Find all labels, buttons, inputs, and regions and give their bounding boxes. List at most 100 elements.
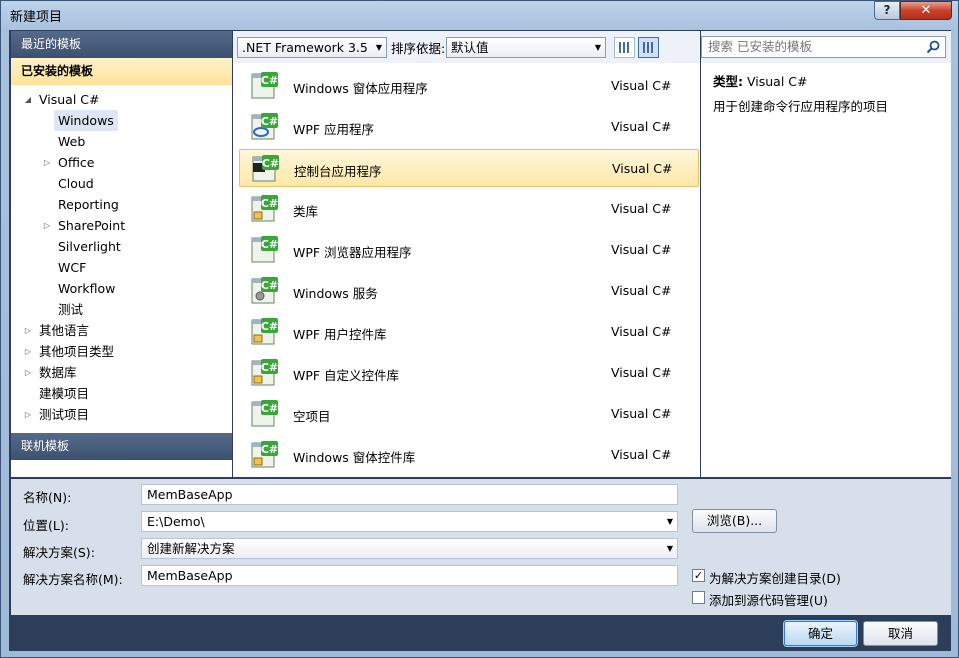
- sort-label: 排序依据:: [391, 41, 446, 56]
- template-row[interactable]: C# WPF 用户控件库 Visual C#: [239, 313, 699, 351]
- template-name: 控制台应用程序: [294, 164, 382, 179]
- tree-item[interactable]: Reporting: [58, 194, 119, 215]
- template-row[interactable]: C# 控制台应用程序 Visual C#: [239, 149, 699, 187]
- wpf-browser-app-icon: C#: [249, 235, 279, 265]
- window-title: 新建项目: [10, 10, 63, 25]
- empty-project-icon: C#: [249, 399, 279, 429]
- winforms-app-icon: C#: [249, 71, 279, 101]
- type-value: Visual C#: [746, 74, 808, 89]
- location-label: 位置(L):: [23, 518, 69, 533]
- svg-text:C#: C#: [261, 279, 278, 292]
- svg-text:C#: C#: [261, 238, 278, 251]
- expand-arrow-icon[interactable]: ▷: [42, 215, 52, 236]
- template-row[interactable]: C# 类库 Visual C#: [239, 190, 699, 228]
- expand-arrow-icon[interactable]: ▷: [23, 341, 33, 362]
- tree-item[interactable]: 建模项目: [39, 383, 89, 404]
- recent-templates-header[interactable]: 最近的模板: [11, 31, 232, 58]
- name-field[interactable]: MemBaseApp: [141, 484, 678, 505]
- list-view-button[interactable]: [638, 37, 659, 58]
- template-language: Visual C#: [611, 283, 672, 298]
- svg-text:C#: C#: [261, 115, 278, 128]
- framework-select[interactable]: .NET Framework 3.5 ▼: [237, 37, 387, 58]
- tree-item[interactable]: 其他语言: [39, 320, 89, 341]
- template-row[interactable]: C# WPF 浏览器应用程序 Visual C#: [239, 231, 699, 269]
- svg-text:C#: C#: [262, 157, 279, 170]
- svg-text:C#: C#: [261, 361, 278, 374]
- class-library-icon: C#: [249, 194, 279, 224]
- online-templates-header[interactable]: 联机模板: [11, 433, 232, 460]
- template-language: Visual C#: [611, 447, 672, 462]
- small-icons-view-button[interactable]: [614, 37, 635, 58]
- search-input[interactable]: 搜索 已安装的模板: [701, 36, 946, 58]
- tree-item[interactable]: SharePoint: [58, 215, 125, 236]
- wpf-user-control-icon: C#: [249, 317, 279, 347]
- template-name: Windows 服务: [293, 286, 378, 301]
- template-row[interactable]: C# 空项目 Visual C#: [239, 395, 699, 433]
- tree-item[interactable]: Silverlight: [58, 236, 121, 257]
- close-button[interactable]: ✕: [900, 1, 952, 20]
- solution-name-value: MemBaseApp: [147, 568, 233, 583]
- create-directory-label[interactable]: 为解决方案创建目录(D): [709, 568, 841, 587]
- wpf-app-icon: C#: [249, 112, 279, 142]
- svg-text:C#: C#: [261, 74, 278, 87]
- sort-value: 默认值: [451, 40, 489, 55]
- expand-arrow-icon[interactable]: ▷: [23, 362, 33, 383]
- svg-text:C#: C#: [261, 320, 278, 333]
- template-language: Visual C#: [612, 161, 673, 176]
- installed-templates-header[interactable]: 已安装的模板: [11, 58, 232, 85]
- tree-item[interactable]: 数据库: [39, 362, 77, 383]
- windows-service-icon: C#: [249, 276, 279, 306]
- expand-arrow-icon[interactable]: ▷: [23, 404, 33, 425]
- solution-label: 解决方案(S):: [23, 545, 95, 560]
- solution-select[interactable]: 创建新解决方案 ▼: [141, 538, 678, 559]
- solution-name-field[interactable]: MemBaseApp: [141, 565, 678, 586]
- expand-arrow-icon[interactable]: ▷: [42, 152, 52, 173]
- help-button[interactable]: ?: [874, 1, 900, 20]
- template-details-panel: 类型: Visual C# 用于创建命令行应用程序的项目: [701, 63, 951, 477]
- wpf-custom-control-icon: C#: [249, 358, 279, 388]
- template-row[interactable]: C# Windows 窗体控件库 Visual C#: [239, 436, 699, 474]
- sort-select[interactable]: 默认值 ▼: [446, 37, 606, 58]
- location-combo[interactable]: E:\Demo\ ▼: [141, 511, 678, 532]
- template-name: WPF 浏览器应用程序: [293, 245, 412, 260]
- template-language: Visual C#: [611, 365, 672, 380]
- template-language: Visual C#: [611, 406, 672, 421]
- browse-button[interactable]: 浏览(B)...: [692, 509, 777, 533]
- tree-item[interactable]: 测试项目: [39, 404, 89, 425]
- tree-item[interactable]: WCF: [58, 257, 86, 278]
- create-directory-checkbox[interactable]: ✓: [692, 569, 705, 582]
- ok-button[interactable]: 确定: [784, 621, 857, 646]
- tree-item[interactable]: Workflow: [58, 278, 115, 299]
- solution-name-label: 解决方案名称(M):: [23, 572, 123, 587]
- template-list: C# Windows 窗体应用程序 Visual C# C# WPF 应用程序 Visua…: [233, 63, 700, 477]
- grid-view-icon: [619, 42, 630, 53]
- expanded-arrow-icon[interactable]: ◢: [23, 89, 33, 110]
- tree-item[interactable]: 其他项目类型: [39, 341, 114, 362]
- project-form: 名称(N): MemBaseApp 位置(L): E:\Demo\ ▼ 浏览(B)…: [11, 479, 951, 615]
- template-row[interactable]: C# Windows 服务 Visual C#: [239, 272, 699, 310]
- tree-item[interactable]: Web: [58, 131, 85, 152]
- source-control-label[interactable]: 添加到源代码管理(U): [709, 590, 828, 609]
- source-control-checkbox[interactable]: [692, 591, 705, 604]
- chevron-down-icon[interactable]: ▼: [667, 512, 673, 531]
- new-project-dialog: 新建项目 ? ✕ 最近的模板 已安装的模板 ◢ Visual C# Windows W…: [0, 0, 959, 658]
- search-placeholder: 搜索 已安装的模板: [708, 39, 812, 54]
- tree-item[interactable]: Visual C#: [39, 89, 100, 110]
- svg-text:C#: C#: [261, 197, 278, 210]
- search-icon[interactable]: [925, 39, 941, 55]
- tree-item[interactable]: Cloud: [58, 173, 94, 194]
- expand-arrow-icon[interactable]: ▷: [23, 320, 33, 341]
- tree-item[interactable]: Windows: [54, 110, 118, 131]
- tree-item[interactable]: 测试: [58, 299, 83, 320]
- template-language: Visual C#: [611, 324, 672, 339]
- cancel-button[interactable]: 取消: [863, 621, 938, 646]
- template-row[interactable]: C# WPF 应用程序 Visual C#: [239, 108, 699, 146]
- template-row[interactable]: C# Windows 窗体应用程序 Visual C#: [239, 67, 699, 105]
- tree-item[interactable]: Office: [58, 152, 95, 173]
- name-value: MemBaseApp: [147, 487, 233, 502]
- template-type: 类型: Visual C#: [713, 71, 807, 90]
- template-row[interactable]: C# WPF 自定义控件库 Visual C#: [239, 354, 699, 392]
- template-name: WPF 用户控件库: [293, 327, 387, 342]
- location-value: E:\Demo\: [147, 514, 205, 529]
- template-categories-panel: 最近的模板 已安装的模板 ◢ Visual C# Windows Web ▷ Office…: [11, 31, 232, 477]
